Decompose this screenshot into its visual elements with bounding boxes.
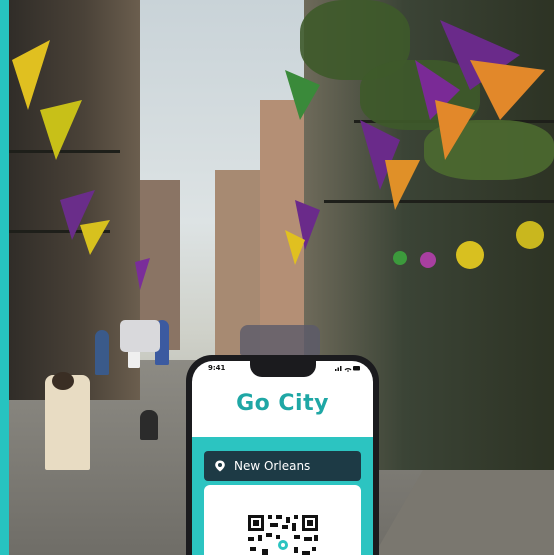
car — [120, 320, 160, 352]
status-time: 9:41 — [208, 364, 226, 372]
phone-mockup: 9:41 Go City New Orleans — [186, 355, 379, 555]
city-label: New Orleans — [234, 459, 311, 473]
teal-border — [0, 0, 9, 555]
seated-man — [45, 375, 90, 470]
person — [140, 410, 158, 440]
go-city-logo: Go City — [236, 391, 329, 416]
person — [95, 330, 109, 375]
location-pin-icon — [215, 460, 225, 472]
status-icons — [335, 364, 361, 374]
city-selector[interactable]: New Orleans — [204, 451, 361, 481]
qr-code-icon[interactable] — [246, 513, 320, 555]
phone-screen: 9:41 Go City New Orleans — [192, 361, 373, 555]
hat — [52, 372, 74, 390]
signal-wifi-battery-icon — [335, 366, 360, 372]
phone-notch — [250, 361, 316, 377]
crowd — [240, 325, 320, 355]
